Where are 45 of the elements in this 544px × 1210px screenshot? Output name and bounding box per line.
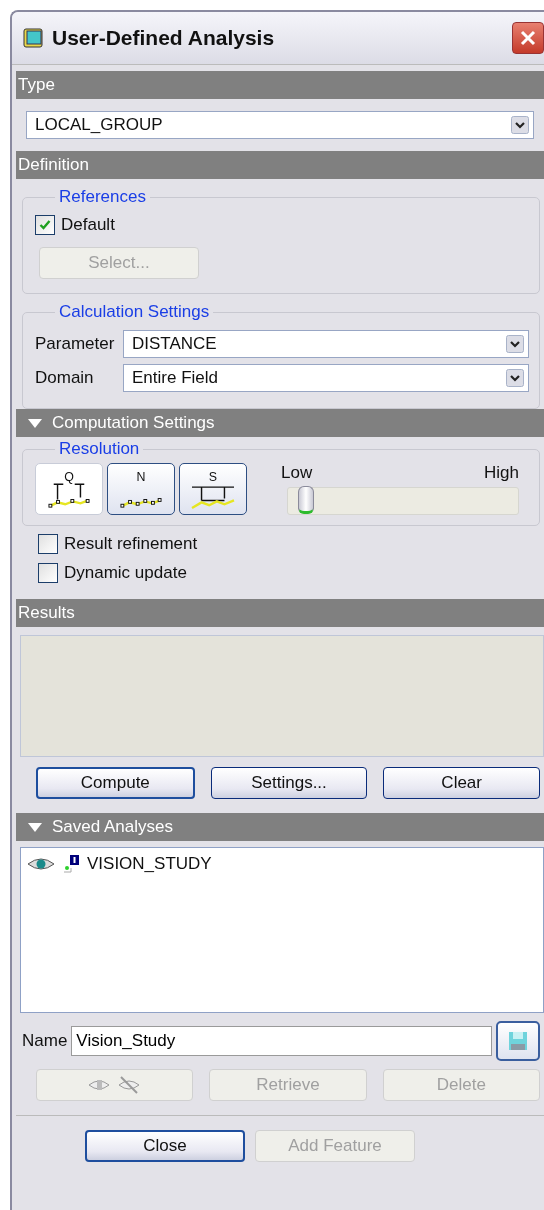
- section-title: Results: [18, 603, 75, 623]
- window-icon: [22, 27, 44, 49]
- slider-max-label: High: [484, 463, 519, 483]
- name-input[interactable]: Vision_Study: [71, 1026, 492, 1056]
- section-title: Computation Settings: [52, 413, 215, 433]
- checkbox[interactable]: [38, 563, 58, 583]
- window-title: User-Defined Analysis: [52, 26, 276, 50]
- resolution-mode-button[interactable]: Q: [35, 463, 103, 515]
- close-icon: [518, 28, 538, 48]
- close-button[interactable]: [512, 22, 544, 54]
- checkbox-label: Dynamic update: [64, 563, 187, 583]
- eye-icon[interactable]: [27, 856, 55, 872]
- group-title: References: [58, 187, 147, 207]
- group-title: Resolution: [58, 439, 141, 459]
- checkbox[interactable]: [38, 534, 58, 554]
- section-title: Saved Analyses: [52, 817, 173, 837]
- slider-thumb[interactable]: [297, 486, 314, 514]
- dropdown-field[interactable]: DISTANCE: [123, 330, 529, 358]
- slider-min-label: Low: [281, 463, 313, 483]
- expanded-triangle-icon: [28, 418, 42, 428]
- checkbox[interactable]: [35, 215, 55, 235]
- field-label: Name: [22, 1031, 68, 1051]
- checkmark-icon: [38, 218, 52, 232]
- type-dropdown[interactable]: LOCAL_GROUP: [26, 111, 534, 139]
- section-header[interactable]: Saved Analyses: [16, 813, 544, 841]
- section-title: Type: [18, 75, 55, 95]
- analysis-name[interactable]: VISION_STUDY: [87, 854, 212, 874]
- group-title: Calculation Settings: [58, 302, 211, 322]
- save-button[interactable]: [496, 1021, 540, 1061]
- resolution-slider[interactable]: [287, 487, 519, 515]
- analysis-feature-icon: [63, 855, 79, 873]
- action-button[interactable]: Clear: [383, 767, 540, 799]
- field-label: Parameter: [35, 334, 116, 354]
- action-button[interactable]: Settings...: [210, 767, 368, 799]
- expanded-triangle-icon: [28, 822, 42, 832]
- section-header[interactable]: Computation Settings: [16, 409, 544, 437]
- dropdown-field[interactable]: Entire Field: [123, 364, 529, 392]
- resolution-mode-button[interactable]: S: [179, 463, 247, 515]
- action-button[interactable]: Compute: [36, 767, 195, 799]
- resolution-mode-button[interactable]: N: [107, 463, 175, 515]
- checkbox-label: Default: [61, 215, 115, 235]
- checkbox-label: Result refinement: [64, 534, 198, 554]
- footer-button[interactable]: Close: [85, 1130, 245, 1162]
- field-label: Domain: [35, 368, 95, 388]
- section-title: Definition: [18, 155, 89, 175]
